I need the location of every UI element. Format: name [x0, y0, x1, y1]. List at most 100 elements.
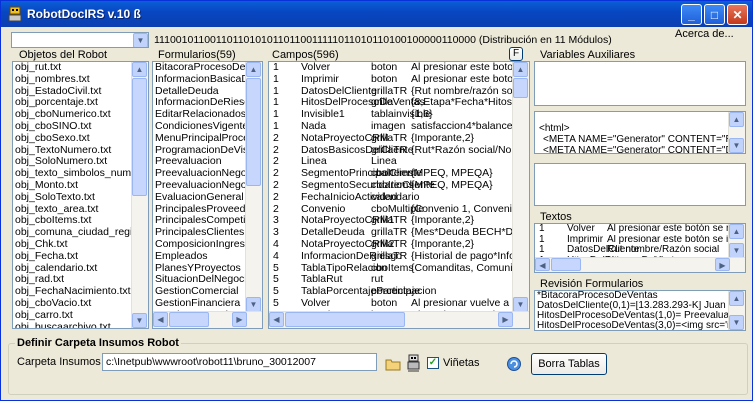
objetos-list-item[interactable]: obj_rut.txt	[13, 62, 148, 74]
objetos-list-item[interactable]: obj_TextoNumero.txt	[13, 145, 148, 157]
textos-grid[interactable]: 1 Volver Al presionar este botón se rediri…	[534, 223, 746, 273]
aux-text-box[interactable]	[534, 163, 746, 206]
objetos-list-item[interactable]: obj_SoloNumero.txt	[13, 156, 148, 168]
robot-icon[interactable]	[406, 354, 421, 372]
objetos-list[interactable]: obj_rut.txt obj_nombres.txt obj_EstadoCivi…	[12, 61, 149, 329]
scroll-up-icon[interactable]: ▲	[729, 291, 744, 306]
campos-row[interactable]: 5VolverbotonAl presionar vuelve a la pag…	[269, 298, 529, 310]
chevron-down-icon[interactable]: ▼	[133, 33, 148, 47]
campos-row[interactable]: 1 HitosDelProcesoDeVentas grilla {8,Etapa*F…	[269, 97, 529, 109]
scroll-up-icon[interactable]: ▲	[729, 224, 744, 239]
campos-row[interactable]: 2 SegmentoPrincipalCliente cboItems {MPEQ, …	[269, 168, 529, 180]
folder-icon[interactable]	[385, 357, 401, 371]
objetos-list-item[interactable]: obj_texto_simbolos_numeros.txt	[13, 168, 148, 180]
campos-hscroll[interactable]: ◀ ▶	[269, 311, 529, 328]
objetos-list-item[interactable]: obj_SoloTexto.txt	[13, 192, 148, 204]
scroll-down-icon[interactable]: ▼	[729, 138, 744, 153]
objetos-list-item[interactable]: obj_FechaNacimiento.txt	[13, 286, 148, 298]
campos-row[interactable]: 1 Nada imagen satisfaccion4*balances*1	[269, 121, 529, 133]
scroll-thumb[interactable]	[285, 312, 405, 327]
campos-row[interactable]: 5 TablaRut rut	[269, 274, 529, 286]
scroll-down-icon[interactable]: ▼	[729, 243, 744, 258]
scroll-right-icon[interactable]: ▶	[232, 312, 247, 327]
variables-box[interactable]	[534, 61, 746, 106]
formularios-list[interactable]: BitacoraProcesoDeVentasInformacionBasica…	[152, 61, 263, 329]
scroll-thumb[interactable]	[551, 258, 581, 271]
objetos-list-item[interactable]: obj_buscaarchivo.txt	[13, 322, 148, 328]
carpeta-input[interactable]: c:\Inetpub\wwwroot\robot11\bruno_3001200…	[102, 353, 377, 371]
campos-row[interactable]: 2 Linea Linea	[269, 156, 529, 168]
scroll-down-icon[interactable]: ▼	[132, 313, 147, 328]
formularios-vscroll[interactable]: ▲ ▼	[245, 62, 262, 312]
refresh-icon[interactable]	[506, 356, 522, 372]
scroll-right-icon[interactable]: ▶	[715, 258, 730, 271]
objetos-list-item[interactable]: obj_texto_area.txt	[13, 204, 148, 216]
campos-row[interactable]: 2 Convenio cboMultiple {Convenio 1, Conveni…	[269, 204, 529, 216]
objetos-list-item[interactable]: obj_porcentaje.txt	[13, 97, 148, 109]
scroll-down-icon[interactable]: ▼	[729, 315, 744, 330]
campos-row[interactable]: 4 InformacionDeRiesgo grillaTR {Historial d…	[269, 251, 529, 263]
html-vscroll[interactable]: ▲ ▼	[728, 112, 745, 153]
campos-row[interactable]: 4 NotaProyectoCRM2 grillaTR {Imporante,2}	[269, 239, 529, 251]
revision-vscroll[interactable]: ▲ ▼	[728, 291, 745, 330]
scroll-down-icon[interactable]: ▼	[513, 297, 528, 312]
f-button[interactable]: F	[509, 47, 523, 61]
scroll-thumb[interactable]	[513, 78, 528, 98]
objetos-list-item[interactable]: obj_Fecha.txt	[13, 251, 148, 263]
scroll-up-icon[interactable]: ▲	[132, 62, 147, 77]
textos-row[interactable]: 1 DatosDelCliente Rut nombre/Razón social	[535, 245, 745, 256]
textos-row[interactable]: 1 Volver Al presionar este botón se rediri…	[535, 224, 745, 235]
scroll-thumb[interactable]	[169, 312, 209, 327]
campos-row[interactable]: 2 DatosBasicosDelCliente grillaTR {Rut*Razó…	[269, 145, 529, 157]
objetos-list-item[interactable]: obj_EstadoCivil.txt	[13, 86, 148, 98]
campos-row[interactable]: 1 DatosDelCliente grillaTR {Rut nombre/razó…	[269, 86, 529, 98]
objetos-list-item[interactable]: obj_cboItems.txt	[13, 215, 148, 227]
objetos-list-item[interactable]: obj_calendario.txt	[13, 263, 148, 275]
scroll-up-icon[interactable]: ▲	[513, 62, 528, 77]
objetos-list-item[interactable]: obj_cboSINO.txt	[13, 121, 148, 133]
campos-row[interactable]: 5 TablaPorcentajeParticipacion porcentaje	[269, 286, 529, 298]
campos-row[interactable]: 2 SegmentoSecundarioCliente cboItems {MPEQ,…	[269, 180, 529, 192]
scroll-right-icon[interactable]: ▶	[498, 312, 513, 327]
campos-row[interactable]: 3 NotaProyectoCRM1 grillaTR {Imporante,2}	[269, 215, 529, 227]
objetos-list-item[interactable]: obj_carro.txt	[13, 310, 148, 322]
campos-row[interactable]: 2 NotaProyectoCRM grillaTR {Imporante,2}	[269, 133, 529, 145]
objetos-list-item[interactable]: obj_cboVacio.txt	[13, 298, 148, 310]
title-bar[interactable]: RobotDocIRS v.10 ß _ □ ✕	[1, 1, 752, 27]
campos-row[interactable]: 5 TablaTipoRelacion cboItems {Comanditas, C…	[269, 263, 529, 275]
objetos-list-item[interactable]: obj_nombres.txt	[13, 74, 148, 86]
objetos-list-item[interactable]: obj_rad.txt	[13, 274, 148, 286]
campos-row[interactable]: 1VolverbotonAl presionar este boton se r…	[269, 62, 529, 74]
objetos-list-item[interactable]: obj_Chk.txt	[13, 239, 148, 251]
borra-tablas-button[interactable]: Borra Tablas	[531, 353, 607, 375]
scroll-thumb[interactable]	[246, 78, 261, 186]
objetos-vscroll[interactable]: ▲ ▼	[131, 62, 148, 328]
vinetas-checkbox[interactable]: ✓	[427, 357, 439, 369]
formularios-hscroll[interactable]: ◀ ▶	[153, 311, 262, 328]
campos-row[interactable]: 2 FechaInicioActividad calendario	[269, 192, 529, 204]
revision-box[interactable]: *BitacoraProcesoDeVentas DatosDelCliente(…	[534, 290, 746, 331]
about-link[interactable]: Acerca de...	[675, 28, 734, 40]
objetos-list-item[interactable]: obj_comuna_ciudad_region.txt	[13, 227, 148, 239]
campos-row[interactable]: 1ImprimirbotonAl presionar este boton se…	[269, 74, 529, 86]
objetos-list-item[interactable]: obj_Monto.txt	[13, 180, 148, 192]
scroll-up-icon[interactable]: ▲	[729, 112, 744, 127]
textos-hscroll[interactable]: ◀ ▶	[535, 257, 745, 272]
objetos-list-item[interactable]: obj_cboNumerico.txt	[13, 109, 148, 121]
scroll-left-icon[interactable]: ◀	[269, 312, 284, 327]
campos-row[interactable]: 1 Invisible1 tablainvisible {1,6}	[269, 109, 529, 121]
campos-vscroll[interactable]: ▲ ▼	[512, 62, 529, 312]
textos-vscroll[interactable]: ▲ ▼	[728, 224, 745, 258]
campos-row[interactable]: 3DetalleDeudagrillaTR{Mes*Deuda BECH*Deu…	[269, 227, 529, 239]
html-box[interactable]: <html> <META NAME="Generator" CONTENT="Ro…	[534, 111, 746, 154]
objetos-list-item[interactable]: obj_cboSexo.txt	[13, 133, 148, 145]
scroll-left-icon[interactable]: ◀	[535, 258, 550, 271]
campos-grid[interactable]: 1VolverbotonAl presionar este boton se r…	[268, 61, 530, 329]
scroll-up-icon[interactable]: ▲	[246, 62, 261, 77]
textos-row[interactable]: 1 ImprimirAl presionar este botón se impr…	[535, 235, 745, 246]
maximize-button[interactable]: □	[704, 4, 725, 25]
scroll-thumb[interactable]	[132, 78, 147, 196]
minimize-button[interactable]: _	[681, 4, 702, 25]
module-combo[interactable]: ▼	[11, 32, 149, 48]
scroll-down-icon[interactable]: ▼	[246, 297, 261, 312]
